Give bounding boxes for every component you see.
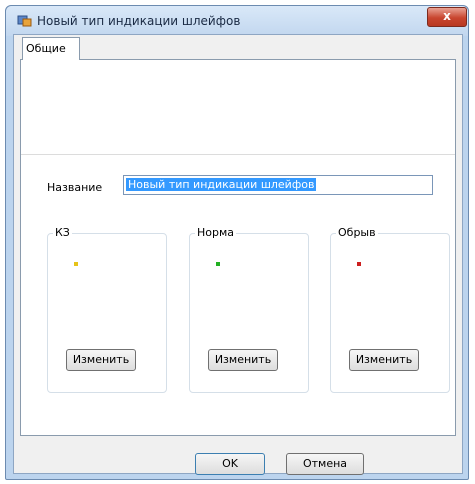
short-circuit-color-swatch: [74, 262, 78, 266]
cancel-button[interactable]: Отмена: [286, 453, 364, 475]
tab-general[interactable]: Общие: [22, 37, 80, 60]
close-button[interactable]: x: [427, 7, 467, 27]
group-normal-label: Норма: [195, 226, 237, 239]
normal-color-swatch: [216, 262, 220, 266]
indication-app-icon: [17, 15, 32, 27]
change-normal-button[interactable]: Изменить: [208, 349, 278, 371]
group-break: Обрыв Изменить: [330, 226, 450, 393]
change-short-circuit-button[interactable]: Изменить: [66, 349, 136, 371]
dialog-client-area: Общие Название Новый тип индикации шлейф…: [13, 34, 463, 475]
group-break-label: Обрыв: [336, 226, 378, 239]
group-short-circuit: КЗ Изменить: [47, 226, 167, 393]
name-input[interactable]: Новый тип индикации шлейфов: [123, 175, 433, 195]
window-title: Новый тип индикации шлейфов: [37, 14, 241, 28]
tab-general-label: Общие: [26, 42, 66, 55]
dialog-window: Новый тип индикации шлейфов x Общие Назв…: [5, 5, 469, 480]
break-color-swatch: [357, 262, 361, 266]
change-break-button[interactable]: Изменить: [349, 349, 419, 371]
name-label: Название: [47, 181, 103, 194]
group-short-circuit-label: КЗ: [53, 226, 72, 239]
close-icon: x: [443, 9, 451, 23]
group-normal: Норма Изменить: [189, 226, 309, 393]
title-bar[interactable]: Новый тип индикации шлейфов x: [6, 6, 468, 36]
name-input-value: Новый тип индикации шлейфов: [126, 178, 317, 191]
tab-page-general: Название Новый тип индикации шлейфов КЗ …: [20, 59, 456, 436]
divider: [21, 154, 455, 155]
ok-button[interactable]: OK: [195, 453, 265, 475]
